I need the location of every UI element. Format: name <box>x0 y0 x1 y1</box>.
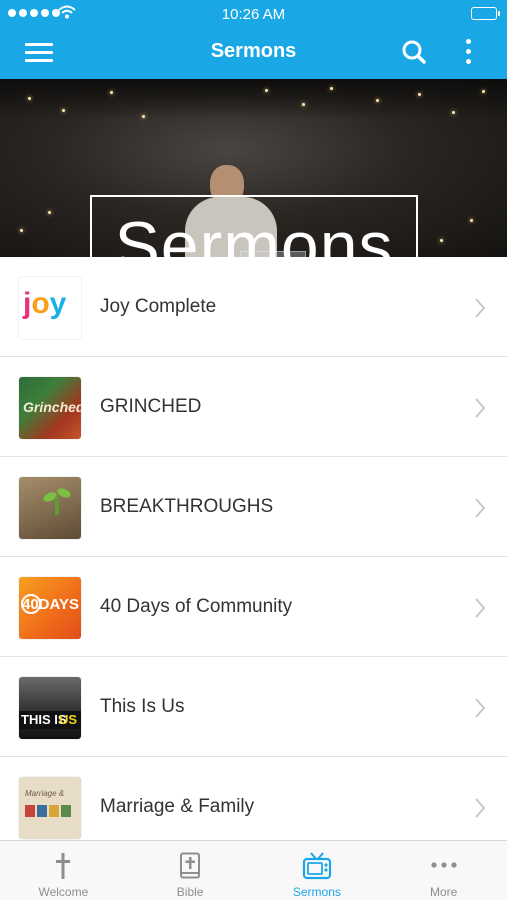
chevron-right-icon <box>475 698 486 718</box>
chevron-right-icon <box>475 498 486 518</box>
sermon-series-list: joy Joy Complete Grinched GRINCHED BREAK… <box>0 257 507 840</box>
list-item[interactable]: 40DAYS 40 Days of Community <box>0 557 507 657</box>
menu-icon[interactable] <box>25 41 53 63</box>
more-icon <box>431 862 457 868</box>
series-title: BREAKTHROUGHS <box>100 496 274 517</box>
series-thumbnail: 40DAYS <box>19 577 81 639</box>
page-title: Sermons <box>210 40 297 62</box>
series-title: Joy Complete <box>100 296 217 317</box>
tab-more[interactable]: More <box>380 841 507 900</box>
more-options-icon[interactable] <box>462 38 474 66</box>
tab-bible[interactable]: Bible <box>127 841 254 900</box>
list-item[interactable]: joy Joy Complete <box>0 257 507 357</box>
tab-label: Welcome <box>38 885 89 899</box>
tv-icon <box>302 852 331 880</box>
tab-sermons[interactable]: Sermons <box>254 841 381 900</box>
series-thumbnail: joy <box>19 277 81 339</box>
series-thumbnail: Marriage & <box>19 777 81 839</box>
hero-banner: Sermons <box>0 79 507 257</box>
battery-icon <box>471 7 500 20</box>
status-bar: 10:26 AM <box>0 0 507 26</box>
series-title: GRINCHED <box>100 396 202 417</box>
series-thumbnail: Grinched <box>19 377 81 439</box>
chevron-right-icon <box>475 398 486 418</box>
series-title: Marriage & Family <box>100 796 255 817</box>
series-thumbnail <box>19 477 81 539</box>
bible-icon <box>180 852 201 879</box>
chevron-right-icon <box>475 598 486 618</box>
tab-label: Sermons <box>292 885 341 899</box>
series-title: This Is Us <box>100 696 185 717</box>
list-item[interactable]: Marriage & Marriage & Family <box>0 757 507 840</box>
nav-bar: Sermons <box>0 26 507 79</box>
search-icon[interactable] <box>400 38 428 66</box>
status-time: 10:26 AM <box>221 6 286 23</box>
hero-title: Sermons <box>114 208 394 257</box>
list-item[interactable]: THIS IS US This Is Us <box>0 657 507 757</box>
tab-bar: Welcome Bible Sermons More <box>0 840 507 900</box>
series-thumbnail: THIS IS US <box>19 677 81 739</box>
tab-label: Bible <box>176 885 204 899</box>
chevron-right-icon <box>475 298 486 318</box>
tab-welcome[interactable]: Welcome <box>0 841 127 900</box>
cross-icon <box>56 853 71 879</box>
list-item[interactable]: Grinched GRINCHED <box>0 357 507 457</box>
chevron-right-icon <box>475 798 486 818</box>
tab-label: More <box>429 885 458 899</box>
list-item[interactable]: BREAKTHROUGHS <box>0 457 507 557</box>
series-title: 40 Days of Community <box>100 596 293 617</box>
